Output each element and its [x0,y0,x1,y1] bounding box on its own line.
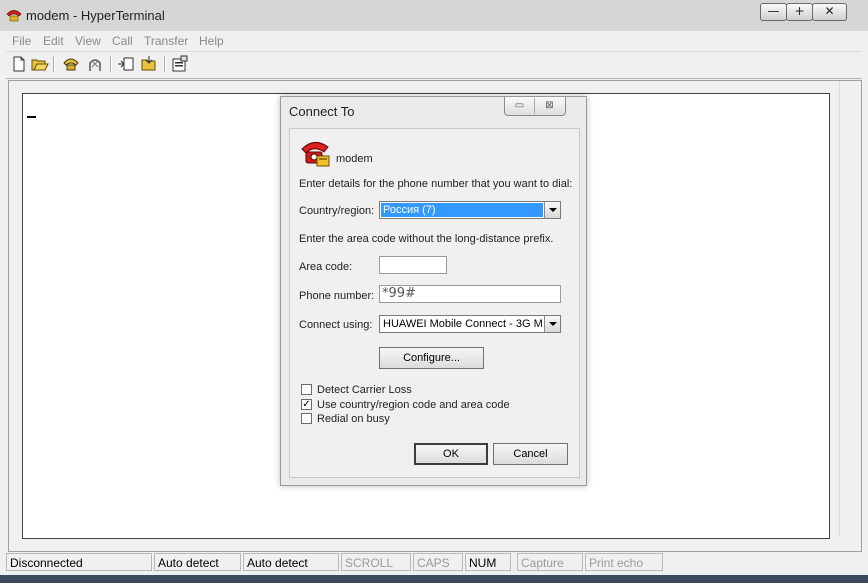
detect-carrier-checkbox[interactable] [301,384,312,395]
connect-to-dialog: Connect To ▭ ⊠ modem Enter details for t… [280,96,587,486]
redial-label[interactable]: Redial on busy [317,413,390,425]
intro-text: Enter details for the phone number that … [299,178,573,190]
dialog-minimize-button[interactable]: ▭ [505,98,535,114]
maximize-button[interactable]: + [786,3,813,21]
use-country-label[interactable]: Use country/region code and area code [317,399,510,411]
connect-using-select[interactable]: HUAWEI Mobile Connect - 3G Modem [379,315,561,333]
vertical-scrollbar[interactable] [839,81,858,537]
connect-using-label: Connect using: [299,319,373,331]
menu-bar: File Edit View Call Transfer Help [6,31,862,52]
menu-help[interactable]: Help [199,34,224,48]
configure-button[interactable]: Configure... [379,347,484,369]
status-caps: CAPS [413,553,463,571]
area-hint-text: Enter the area code without the long-dis… [299,233,554,245]
phone-number-input[interactable]: *99# [379,285,561,303]
status-capture: Capture [517,553,583,571]
send-icon[interactable] [117,55,135,73]
open-icon[interactable] [31,55,49,73]
dialog-close-button[interactable]: ⊠ [535,98,564,114]
new-icon[interactable] [10,55,28,73]
dialog-body: modem Enter details for the phone number… [289,128,580,478]
status-auto-detect-1: Auto detect [154,553,241,571]
hyperterminal-icon [6,10,22,22]
status-connection: Disconnected [6,553,152,571]
status-print-echo: Print echo [585,553,663,571]
toolbar [6,52,862,79]
status-bar: Disconnected Auto detect Auto detect SCR… [6,552,862,574]
checkmark-icon: ✓ [302,399,311,410]
country-value: Россия (7) [381,203,543,217]
title-bar[interactable]: modem - HyperTerminal — + ✕ [0,0,868,31]
redial-checkbox[interactable] [301,413,312,424]
menu-call[interactable]: Call [112,34,133,48]
disconnect-icon[interactable] [86,55,104,73]
dialog-title: Connect To [289,104,355,119]
status-num: NUM [465,553,511,571]
connect-using-value: HUAWEI Mobile Connect - 3G Modem [383,318,543,330]
minimize-button[interactable]: — [760,3,787,21]
menu-view[interactable]: View [75,34,101,48]
connect-icon[interactable] [62,55,80,73]
toolbar-separator [53,56,55,72]
cancel-button[interactable]: Cancel [493,443,568,465]
use-country-checkbox[interactable]: ✓ [301,399,312,410]
menu-transfer[interactable]: Transfer [144,34,188,48]
area-code-label: Area code: [299,261,353,273]
country-select[interactable]: Россия (7) [379,201,561,219]
properties-icon[interactable] [171,55,189,73]
receive-icon[interactable] [140,55,158,73]
phone-number-label: Phone number: [299,290,375,302]
detect-carrier-label[interactable]: Detect Carrier Loss [317,384,412,396]
dropdown-arrow-icon[interactable] [544,316,560,332]
menu-file[interactable]: File [12,34,31,48]
ok-button[interactable]: OK [414,443,488,465]
connection-name: modem [336,153,373,165]
taskbar-strip [0,575,868,583]
toolbar-separator [164,56,166,72]
close-button[interactable]: ✕ [812,3,847,21]
text-cursor [27,116,36,118]
status-scroll: SCROLL [341,553,411,571]
status-auto-detect-2: Auto detect [243,553,339,571]
country-label: Country/region: [299,205,375,217]
modem-phone-icon [301,142,330,167]
window-title: modem - HyperTerminal [26,8,165,23]
dropdown-arrow-icon[interactable] [544,202,560,218]
menu-edit[interactable]: Edit [43,34,64,48]
area-code-input[interactable] [379,256,447,274]
toolbar-separator [110,56,112,72]
dialog-window-controls: ▭ ⊠ [504,97,566,116]
